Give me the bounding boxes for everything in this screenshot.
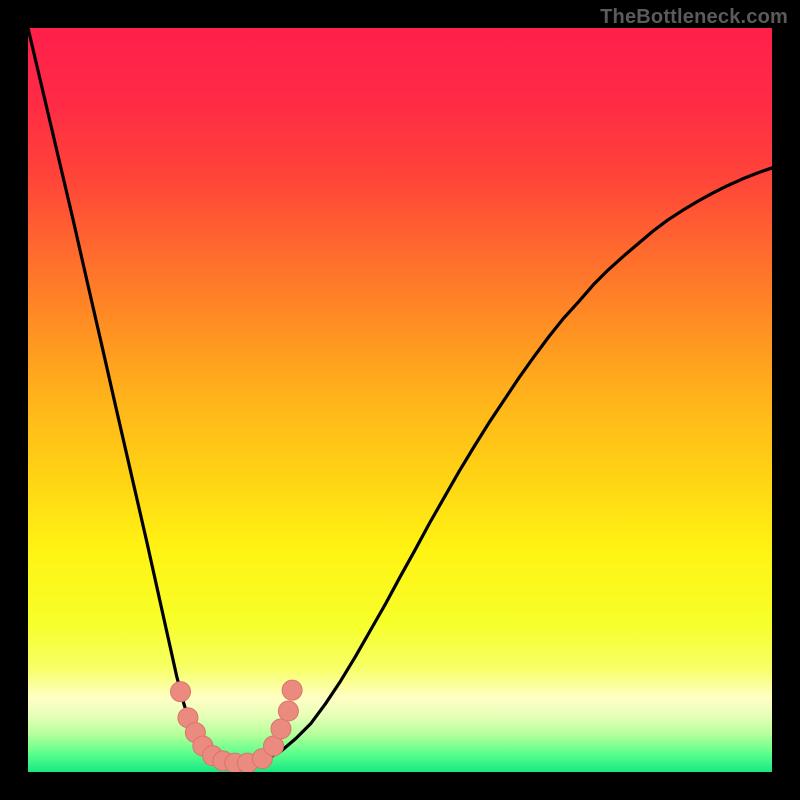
bottleneck-chart <box>28 28 772 772</box>
trough-marker <box>271 719 291 739</box>
watermark-text: TheBottleneck.com <box>600 6 788 29</box>
trough-marker <box>171 682 191 702</box>
gradient-background <box>28 28 772 772</box>
plot-area <box>28 28 772 772</box>
chart-frame: TheBottleneck.com <box>0 0 800 800</box>
trough-marker <box>282 680 302 700</box>
trough-marker <box>278 701 298 721</box>
